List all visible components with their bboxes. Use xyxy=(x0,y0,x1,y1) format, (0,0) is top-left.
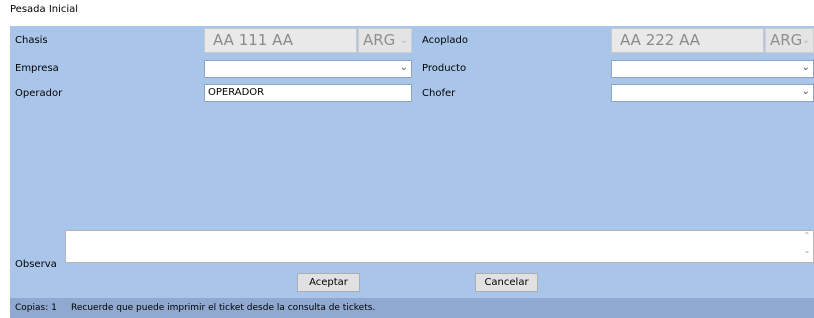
empresa-label: Empresa xyxy=(15,63,59,74)
cancel-button[interactable]: Cancelar xyxy=(475,273,538,292)
acoplado-plate-field[interactable]: AA 222 AA xyxy=(611,28,764,53)
window-title: Pesada Inicial xyxy=(10,4,79,15)
scroll-down-icon[interactable]: ⌄ xyxy=(801,246,813,255)
scroll-up-icon[interactable]: ⌃ xyxy=(801,231,813,240)
chasis-label: Chasis xyxy=(15,35,48,46)
chevron-down-icon: ⌄ xyxy=(801,62,810,73)
producto-select[interactable]: ⌄ xyxy=(611,60,814,78)
chevron-down-icon: ⌄ xyxy=(399,62,408,73)
observa-label: Observa xyxy=(15,259,57,270)
copies-count: Copias: 1 xyxy=(15,303,57,313)
status-message: Recuerde que puede imprimir el ticket de… xyxy=(71,303,376,313)
chofer-label: Chofer xyxy=(422,88,456,99)
operador-label: Operador xyxy=(15,88,63,99)
producto-label: Producto xyxy=(422,63,467,74)
acoplado-label: Acoplado xyxy=(422,35,469,46)
status-bar: Copias: 1 Recuerde que puede imprimir el… xyxy=(10,298,814,318)
accept-button[interactable]: Aceptar xyxy=(297,273,360,292)
chasis-plate-field[interactable]: AA 111 AA xyxy=(204,28,357,53)
chasis-country-select[interactable]: ARG ⌄ xyxy=(358,28,412,53)
acoplado-country-select[interactable]: ARG ⌄ xyxy=(765,28,814,53)
chevron-down-icon: ⌄ xyxy=(399,35,408,46)
observa-scrollbar[interactable]: ⌃ ⌄ xyxy=(801,231,813,262)
chevron-down-icon: ⌄ xyxy=(801,35,810,46)
observa-textarea[interactable]: ⌃ ⌄ xyxy=(65,230,814,263)
chevron-down-icon: ⌄ xyxy=(801,86,810,97)
chasis-country-value: ARG xyxy=(363,31,396,49)
operador-input[interactable]: OPERADOR xyxy=(204,84,412,102)
acoplado-country-value: ARG xyxy=(770,31,803,49)
chofer-select[interactable]: ⌄ xyxy=(611,84,814,102)
empresa-select[interactable]: ⌄ xyxy=(204,60,412,78)
